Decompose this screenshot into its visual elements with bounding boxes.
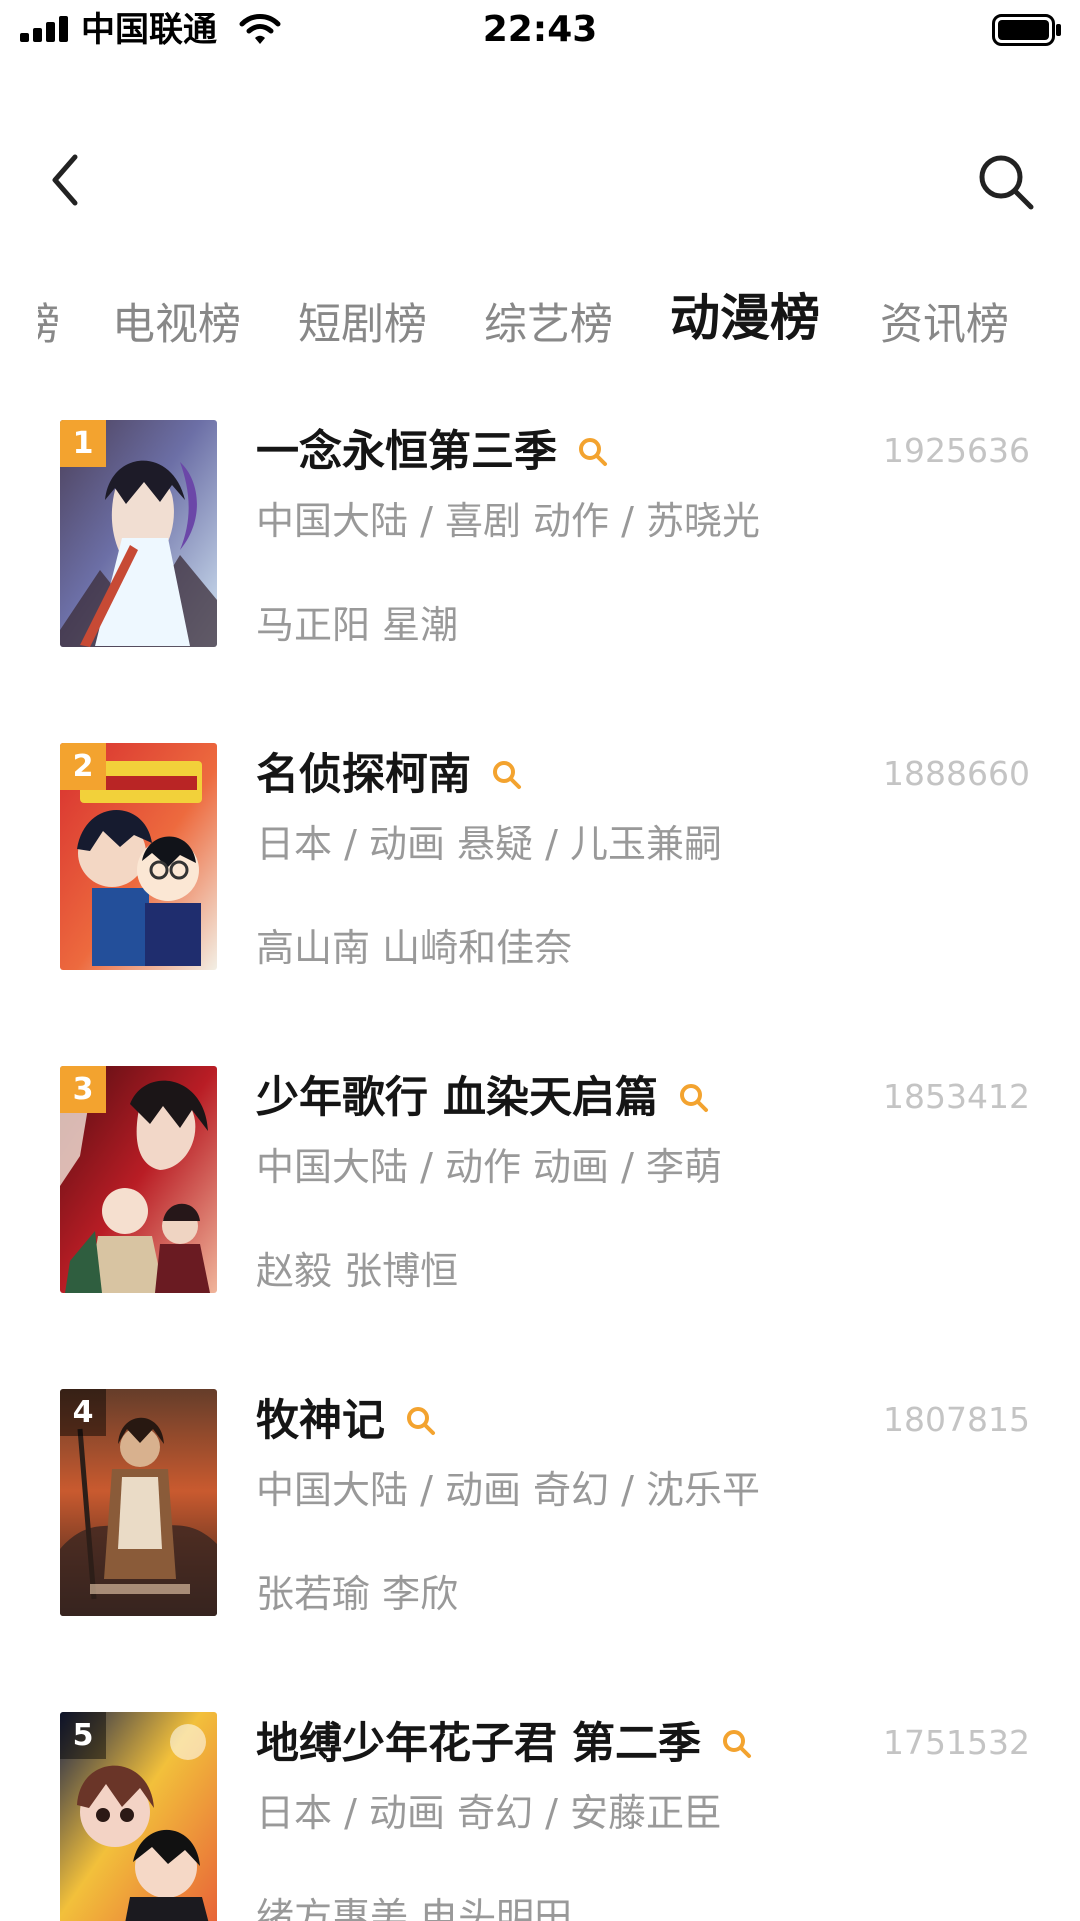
meta-info: 中国大陆 / 动画 奇幻 / 沈乐平 <box>256 1468 761 1512</box>
tab-news[interactable]: 资讯榜 <box>880 295 1009 355</box>
poster-image[interactable]: 4 <box>60 1389 217 1616</box>
chevron-left-icon <box>52 154 78 206</box>
search-icon[interactable] <box>405 1405 437 1437</box>
navigation-header <box>0 130 1080 230</box>
meta-info: 日本 / 动画 悬疑 / 儿玉兼嗣 <box>256 822 723 866</box>
title-row: 少年歌行 血染天启篇 <box>256 1066 710 1130</box>
title-row: 牧神记 <box>256 1389 437 1453</box>
battery-icon <box>992 14 1061 46</box>
rank-badge: 4 <box>60 1389 106 1436</box>
popularity-count: 1888660 <box>883 754 1030 793</box>
tab-animation[interactable]: 动漫榜 <box>670 288 820 348</box>
title[interactable]: 地缚少年花子君 第二季 <box>256 1712 701 1776</box>
search-icon[interactable] <box>678 1082 710 1114</box>
meta-info: 日本 / 动画 奇幻 / 安藤正臣 <box>256 1791 723 1835</box>
search-icon[interactable] <box>721 1728 753 1760</box>
status-bar: 中国联通 22:43 <box>0 0 1080 62</box>
rank-badge: 3 <box>60 1066 106 1113</box>
cast-info: 张若瑜 李欣 <box>256 1572 459 1616</box>
title-row: 一念永恒第三季 <box>256 420 609 484</box>
search-button[interactable] <box>977 153 1035 211</box>
rank-badge: 5 <box>60 1712 106 1759</box>
tab-tv[interactable]: 电视榜 <box>112 295 241 355</box>
list-item[interactable]: 1 一念永恒第三季 1925636 中国大陆 / 喜剧 动作 / 苏晓光 马正阳… <box>0 420 1080 660</box>
list-item[interactable]: 5 地缚少年花子君 第二季 1751532 日本 / 动画 奇幻 / 安藤正臣 … <box>0 1712 1080 1921</box>
search-icon[interactable] <box>491 759 523 791</box>
meta-info: 中国大陆 / 喜剧 动作 / 苏晓光 <box>256 499 761 543</box>
poster-image[interactable]: 5 <box>60 1712 217 1921</box>
tab-previous[interactable]: 榜 <box>38 295 60 355</box>
title[interactable]: 一念永恒第三季 <box>256 420 557 484</box>
cast-info: 赵毅 张博恒 <box>256 1249 459 1293</box>
status-time: 22:43 <box>482 9 598 50</box>
tab-variety[interactable]: 综艺榜 <box>484 295 613 355</box>
popularity-count: 1807815 <box>883 1400 1030 1439</box>
meta-info: 中国大陆 / 动作 动画 / 李萌 <box>256 1145 723 1189</box>
poster-image[interactable]: 3 <box>60 1066 217 1293</box>
popularity-count: 1853412 <box>883 1077 1030 1116</box>
list-item[interactable]: 4 牧神记 1807815 中国大陆 / 动画 奇幻 / 沈乐平 张若瑜 李欣 <box>0 1389 1080 1629</box>
title-row: 名侦探柯南 <box>256 743 523 807</box>
rank-badge: 2 <box>60 743 106 790</box>
rank-badge: 1 <box>60 420 106 467</box>
cast-info: 马正阳 星潮 <box>256 603 459 647</box>
list-item[interactable]: 2 名侦探柯南 1888660 日本 / 动画 悬疑 / 儿玉兼嗣 高山南 山崎… <box>0 743 1080 983</box>
poster-image[interactable]: 2 <box>60 743 217 970</box>
list-item[interactable]: 3 少年歌行 血染天启篇 1853412 中国大陆 / 动作 动画 / 李萌 赵… <box>0 1066 1080 1306</box>
cast-info: 高山南 山崎和佳奈 <box>256 926 573 970</box>
ranking-tabs: 榜 电视榜 短剧榜 综艺榜 动漫榜 资讯榜 <box>0 285 1080 375</box>
search-icon[interactable] <box>577 436 609 468</box>
popularity-count: 1925636 <box>883 431 1030 470</box>
tab-short-drama[interactable]: 短剧榜 <box>298 295 427 355</box>
search-icon <box>979 155 1034 210</box>
screen: 中国联通 22:43 榜 电视榜 短剧榜 综艺榜 动漫榜 资讯榜 1 一念永恒第… <box>0 0 1080 1921</box>
title-row: 地缚少年花子君 第二季 <box>256 1712 753 1776</box>
cast-info: 绪方惠美 电头明田 <box>256 1895 573 1921</box>
title[interactable]: 名侦探柯南 <box>256 743 471 807</box>
title[interactable]: 牧神记 <box>256 1389 385 1453</box>
poster-image[interactable]: 1 <box>60 420 217 647</box>
back-button[interactable] <box>44 150 88 210</box>
popularity-count: 1751532 <box>883 1723 1030 1762</box>
title[interactable]: 少年歌行 血染天启篇 <box>256 1066 658 1130</box>
